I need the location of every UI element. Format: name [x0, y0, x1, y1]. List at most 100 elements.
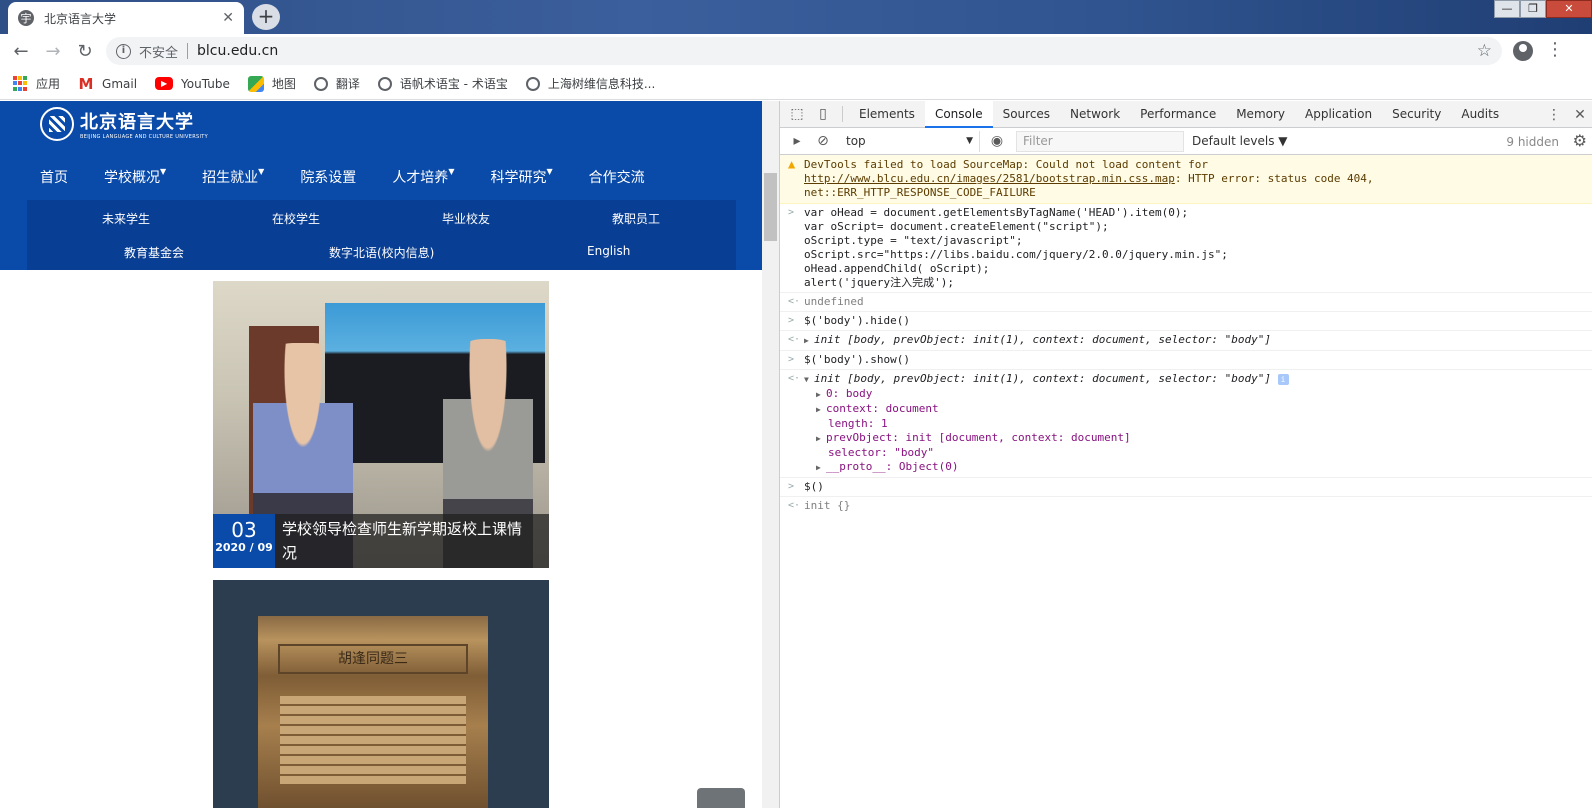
tab-console[interactable]: Console [924, 100, 993, 128]
object-property[interactable]: prevObject: init [document, context: doc… [826, 431, 1131, 444]
news-year-month: 2020 / 09 [215, 541, 273, 554]
insecure-label: 不安全 [139, 45, 179, 61]
info-icon[interactable]: i [116, 43, 131, 59]
log-levels-dropdown[interactable]: Default levels ▼ [1192, 134, 1288, 148]
object-property: selector: "body" [828, 446, 934, 459]
tab-elements[interactable]: Elements [849, 101, 925, 128]
object-preview[interactable]: init [body, prevObject: init(1), context… [814, 333, 1271, 346]
subnav-english[interactable]: English [587, 244, 630, 258]
console-filter-input[interactable]: Filter [1016, 130, 1184, 152]
warning-icon: ▲ [788, 157, 796, 171]
omnibox-divider [187, 43, 189, 59]
collapse-triangle-icon[interactable]: ▼ [804, 373, 814, 387]
news-caption: 03 2020 / 09 学校领导检查师生新学期返校上课情况 [213, 514, 549, 568]
news-title[interactable]: 学校领导检查师生新学期返校上课情况 [282, 517, 532, 565]
expand-triangle-icon[interactable]: ▶ [804, 334, 814, 348]
tab-application[interactable]: Application [1295, 101, 1382, 128]
subnav-staff[interactable]: 教职员工 [612, 210, 660, 227]
eye-icon[interactable]: ◉ [984, 133, 1010, 149]
tab-memory[interactable]: Memory [1226, 101, 1295, 128]
profile-avatar-icon[interactable] [1513, 41, 1533, 61]
console-toolbar: ▸ ⊘ top ▼ ◉ Filter Default levels ▼ 9 hi… [780, 128, 1592, 155]
console-result: <· ▼ init [body, prevObject: init(1), con… [780, 370, 1592, 478]
object-property[interactable]: __proto__: Object(0) [826, 460, 958, 473]
news-card[interactable]: 03 2020 / 09 学校领导检查师生新学期返校上课情况 [213, 281, 549, 568]
console-input: > $('body').hide() [780, 312, 1592, 331]
devtools-menu-icon[interactable]: ⋮ [1541, 107, 1567, 123]
reload-icon[interactable]: ↻ [69, 36, 101, 66]
bookmark-apps[interactable]: 应用 [12, 75, 60, 92]
gear-icon[interactable]: ⚙ [1573, 131, 1587, 150]
back-arrow-icon[interactable]: ← [5, 36, 37, 66]
gmail-icon: M [78, 74, 94, 93]
tab-performance[interactable]: Performance [1130, 101, 1226, 128]
nav-item-research[interactable]: 科学研究▼ [490, 167, 552, 187]
back-to-top-button[interactable] [697, 788, 745, 808]
minimize-button[interactable]: — [1494, 0, 1520, 18]
bookmark-maps[interactable]: 地图 [247, 75, 296, 92]
subnav-digital-blcu[interactable]: 数字北语(校内信息) [329, 244, 434, 261]
object-property[interactable]: context: document [826, 402, 939, 415]
tab-sources[interactable]: Sources [993, 101, 1060, 128]
tab-security[interactable]: Security [1382, 101, 1451, 128]
sourcemap-link[interactable]: http://www.blcu.edu.cn/images/2581/boots… [804, 172, 1175, 185]
subnav-alumni[interactable]: 毕业校友 [442, 210, 490, 227]
browser-tab[interactable]: 宇 北京语言大学 ✕ [8, 2, 244, 34]
globe-icon [377, 76, 392, 91]
console-input: > $('body').show() [780, 351, 1592, 370]
address-bar[interactable]: i 不安全 blcu.edu.cn ☆ [106, 37, 1502, 65]
bookmark-star-icon[interactable]: ☆ [1477, 41, 1492, 61]
window-close-button[interactable]: ✕ [1546, 0, 1592, 18]
expand-triangle-icon[interactable]: ▶ [816, 432, 826, 446]
nav-item-schools[interactable]: 院系设置 [300, 167, 356, 187]
forward-arrow-icon[interactable]: → [37, 36, 69, 66]
news-card[interactable]: 胡逢同题三 [213, 580, 549, 808]
subnav-future-students[interactable]: 未来学生 [102, 210, 150, 227]
nav-item-about[interactable]: 学校概况▼ [104, 167, 166, 187]
url-text[interactable]: blcu.edu.cn [197, 43, 278, 59]
console-input: > $() [780, 478, 1592, 497]
bookmark-translate[interactable]: 翻译 [313, 75, 360, 92]
object-preview[interactable]: init [body, prevObject: init(1), context… [814, 372, 1271, 385]
window-titlebar: 宇 北京语言大学 ✕ + — ❐ ✕ [0, 0, 1592, 34]
console-input: > var oHead = document.getElementsByTagN… [780, 204, 1592, 293]
subnav-foundation[interactable]: 教育基金会 [124, 244, 184, 261]
nav-item-home[interactable]: 首页 [40, 167, 68, 187]
web-page: 北京语言大学 BEIJING LANGUAGE AND CULTURE UNIV… [0, 101, 762, 808]
bookmark-label: Gmail [102, 76, 138, 91]
bookmark-youtube[interactable]: ▶ YouTube [155, 77, 230, 91]
nav-item-admissions[interactable]: 招生就业▼ [202, 167, 264, 187]
sub-nav: 未来学生 在校学生 毕业校友 教职员工 教育基金会 数字北语(校内信息) Eng… [27, 200, 736, 270]
object-property[interactable]: 0: body [826, 387, 872, 400]
code-line: oScript.src="https://libs.baidu.com/jque… [804, 248, 1228, 261]
subnav-current-students[interactable]: 在校学生 [272, 210, 320, 227]
tab-audits[interactable]: Audits [1451, 101, 1509, 128]
devtools-close-icon[interactable]: ✕ [1567, 107, 1592, 123]
news-date: 03 2020 / 09 [213, 514, 275, 568]
code-line: var oScript= document.createElement("scr… [804, 220, 1109, 233]
tab-network[interactable]: Network [1060, 101, 1130, 128]
browser-menu-icon[interactable]: ⋮ [1546, 39, 1564, 60]
context-select[interactable]: top ▼ [840, 130, 980, 152]
inspect-element-icon[interactable]: ⬚ [784, 106, 810, 122]
clear-console-icon[interactable]: ⊘ [810, 133, 836, 149]
new-tab-button[interactable]: + [252, 4, 280, 30]
expand-triangle-icon[interactable]: ▶ [816, 388, 826, 402]
nav-item-education[interactable]: 人才培养▼ [392, 167, 454, 187]
bookmark-shuwei[interactable]: 上海树维信息科技... [525, 75, 655, 92]
tab-close-icon[interactable]: ✕ [222, 10, 234, 26]
expand-triangle-icon[interactable]: ▶ [816, 461, 826, 475]
console-output: ▲ DevTools failed to load SourceMap: Cou… [780, 155, 1592, 808]
bookmark-termbank[interactable]: 语帆术语宝 - 术语宝 [377, 75, 508, 92]
expand-triangle-icon[interactable]: ▶ [816, 403, 826, 417]
main-nav: 首页 学校概况▼ 招生就业▼ 院系设置 人才培养▼ 科学研究▼ 合作交流 [40, 167, 681, 187]
maximize-button[interactable]: ❐ [1520, 0, 1546, 18]
sidebar-toggle-icon[interactable]: ▸ [784, 133, 810, 149]
page-scrollbar[interactable] [762, 101, 779, 808]
device-toolbar-icon[interactable]: ▯ [810, 106, 836, 122]
university-logo[interactable]: 北京语言大学 BEIJING LANGUAGE AND CULTURE UNIV… [40, 105, 208, 143]
nav-item-cooperation[interactable]: 合作交流 [589, 167, 645, 187]
scrollbar-thumb[interactable] [764, 173, 777, 241]
bookmark-gmail[interactable]: M Gmail [78, 74, 138, 93]
context-value: top [846, 134, 866, 148]
